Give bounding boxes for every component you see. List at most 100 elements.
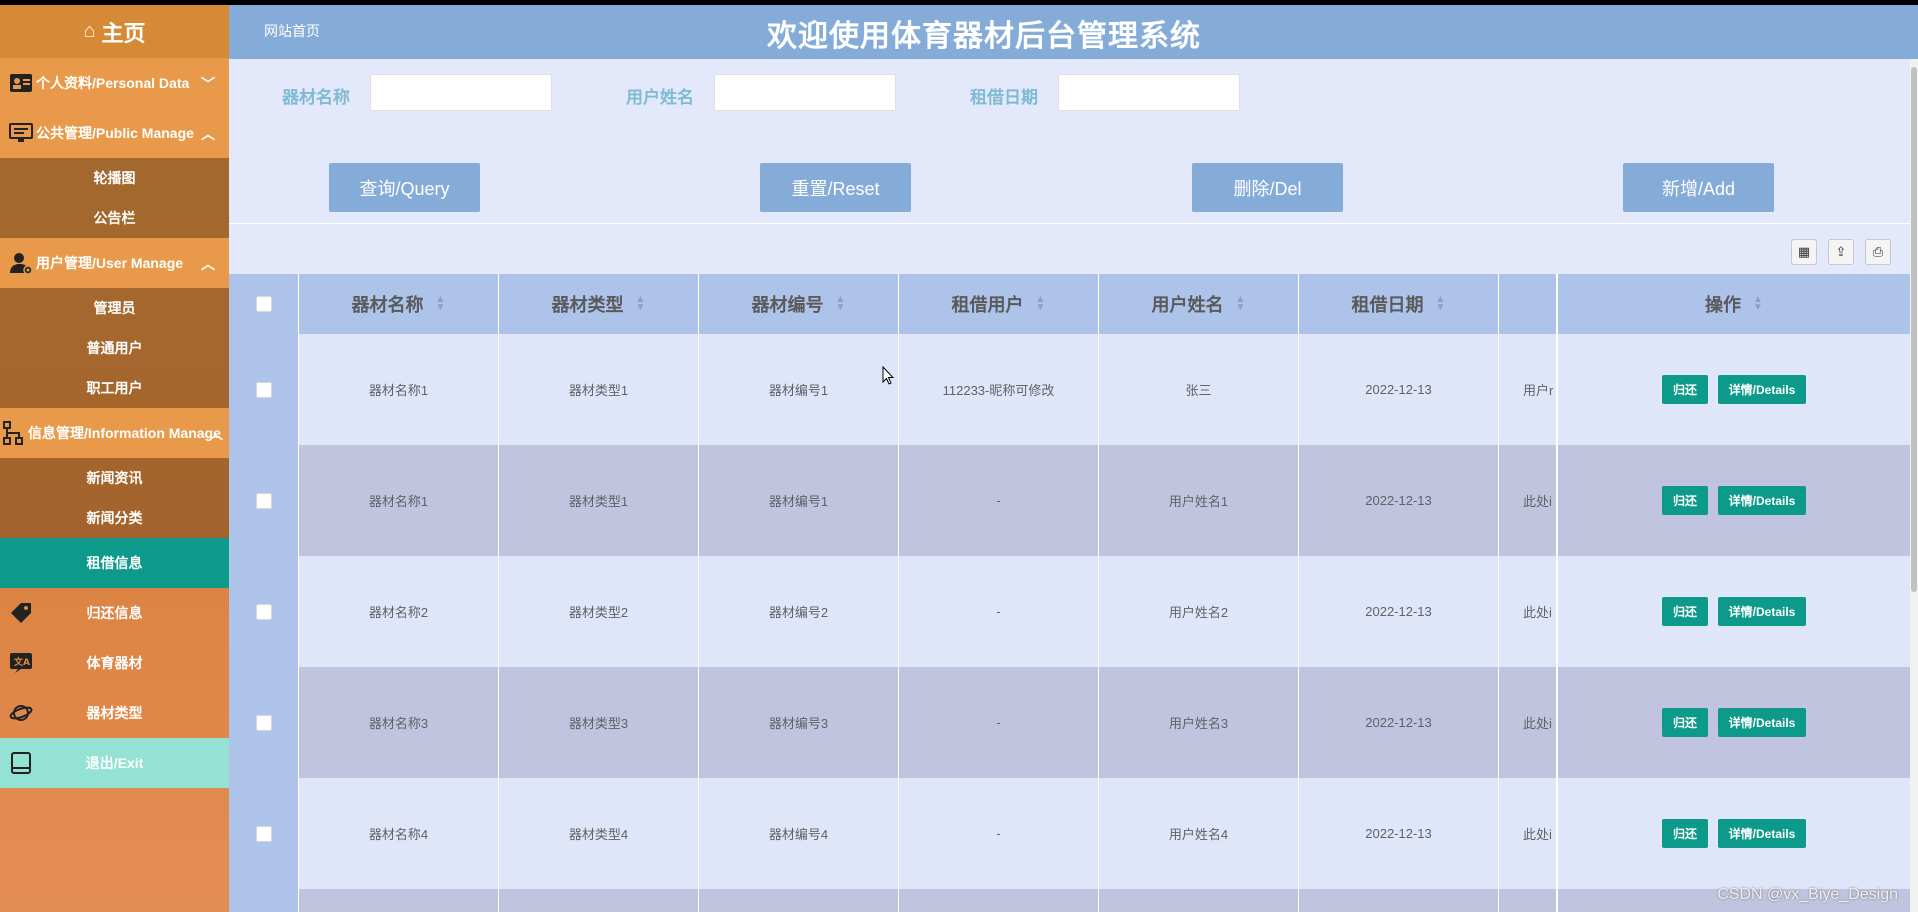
top-header: 网站首页 欢迎使用体育器材后台管理系统 (229, 5, 1918, 59)
sidebar-item-equipment-type[interactable]: 器材类型 (0, 688, 229, 738)
column-header[interactable]: 用户姓名 ▲ ▼ (1099, 274, 1299, 334)
select-all-checkbox[interactable] (255, 296, 272, 312)
delete-button[interactable]: 删除/Del (1192, 163, 1343, 212)
vertical-scrollbar[interactable] (1910, 59, 1918, 912)
sidebar-item-notice[interactable]: 公告栏 (0, 198, 229, 238)
column-header[interactable]: 租借用户 ▲ ▼ (899, 274, 1099, 334)
sort-icon: ▲ ▼ (835, 294, 846, 313)
sidebar-item-rental-info[interactable]: 租借信息 (0, 538, 229, 588)
equipment-name-input[interactable] (370, 74, 552, 111)
sort-icon: ▲ ▼ (1235, 294, 1246, 313)
query-button[interactable]: 查询/Query (329, 163, 480, 212)
return-button[interactable]: 归还 (1662, 819, 1708, 848)
return-button[interactable]: 归还 (1662, 375, 1708, 404)
user-name-label: 用户姓名 (626, 88, 694, 107)
user-gear-icon (8, 250, 34, 276)
table-cell (699, 889, 899, 912)
sidebar-item-news-category[interactable]: 新闻分类 (0, 498, 229, 538)
table-cell (1499, 889, 1557, 912)
print-icon[interactable]: ⎙ (1865, 239, 1891, 265)
table-cell: 器材编号2 (699, 556, 899, 667)
watermark: CSDN @vx_Biye_Design (1717, 886, 1898, 903)
table-row[interactable]: 器材名称4 器材类型4 器材编号4 - 用户姓名4 2022-12-13 此处i… (229, 778, 1910, 889)
return-button[interactable]: 归还 (1662, 486, 1708, 515)
columns-icon[interactable]: ▦ (1791, 239, 1817, 265)
row-checkbox[interactable] (255, 603, 272, 620)
return-button[interactable]: 归还 (1662, 597, 1708, 626)
column-header[interactable]: 操作 ▲ ▼ (1557, 274, 1910, 334)
row-checkbox[interactable] (255, 825, 272, 842)
sidebar-item-admin[interactable]: 管理员 (0, 288, 229, 328)
column-header[interactable]: 器材类型 ▲ ▼ (499, 274, 699, 334)
column-header[interactable]: 器材名称 ▲ ▼ (299, 274, 499, 334)
table-row[interactable]: 器材名称1 器材类型1 器材编号1 112233-昵称可修改 张三 2022-1… (229, 334, 1910, 445)
sidebar-item-news[interactable]: 新闻资讯 (0, 458, 229, 498)
sort-icon: ▲ ▼ (1435, 294, 1446, 313)
table-cell: - (899, 445, 1099, 556)
chevron-up-icon: ︿ (201, 256, 215, 272)
column-header-label: 器材类型 (551, 295, 624, 315)
sidebar-item-sports-equipment[interactable]: 文A 体育器材 (0, 638, 229, 688)
details-button[interactable]: 详情/Details (1718, 486, 1806, 515)
table-cell: 此处i (1499, 556, 1557, 667)
sidebar-group-info[interactable]: 信息管理/Information Manage ︿ (0, 408, 229, 458)
select-all-cell (229, 274, 299, 334)
table-cell: 器材编号3 (699, 667, 899, 778)
page-title: 欢迎使用体育器材后台管理系统 (767, 20, 1201, 53)
table-row[interactable]: 器材名称1 器材类型1 器材编号1 - 用户姓名1 2022-12-13 此处i… (229, 445, 1910, 556)
scrollbar-thumb[interactable] (1911, 67, 1917, 592)
rental-date-input[interactable] (1058, 74, 1240, 111)
table-cell: 此处i (1499, 778, 1557, 889)
actions-cell: 归还 详情/Details (1557, 334, 1910, 445)
details-button[interactable]: 详情/Details (1718, 375, 1806, 404)
sidebar-item-label: 器材类型 (86, 705, 143, 721)
table-cell: 此处i (1499, 667, 1557, 778)
sidebar-group-label: 个人资料/Personal Data (36, 75, 190, 91)
svg-text:文A: 文A (13, 656, 30, 668)
sidebar-group-user[interactable]: 用户管理/User Manage ︿ (0, 238, 229, 288)
details-button[interactable]: 详情/Details (1718, 708, 1806, 737)
row-checkbox[interactable] (255, 381, 272, 398)
sidebar-item-carousel[interactable]: 轮播图 (0, 158, 229, 198)
table-cell: 用户r (1499, 334, 1557, 445)
rental-date-label: 租借日期 (970, 88, 1038, 107)
table-cell: 器材名称1 (299, 445, 499, 556)
table-cell (899, 889, 1099, 912)
book-icon (8, 750, 34, 776)
details-button[interactable]: 详情/Details (1718, 819, 1806, 848)
sidebar-group-public[interactable]: 公共管理/Public Manage ︿ (0, 108, 229, 158)
table-row[interactable]: 器材名称3 器材类型3 器材编号3 - 用户姓名3 2022-12-13 此处i… (229, 667, 1910, 778)
table-row[interactable]: 器材名称2 器材类型2 器材编号2 - 用户姓名2 2022-12-13 此处i… (229, 556, 1910, 667)
column-header[interactable]: 租借日期 ▲ ▼ (1299, 274, 1499, 334)
sidebar-item-staff-user[interactable]: 职工用户 (0, 368, 229, 408)
user-name-input[interactable] (714, 74, 896, 111)
sidebar-item-normal-user[interactable]: 普通用户 (0, 328, 229, 368)
return-button[interactable]: 归还 (1662, 708, 1708, 737)
column-header-label: 器材名称 (351, 295, 424, 315)
table-cell: 器材类型4 (499, 778, 699, 889)
sidebar-group-label: 信息管理/Information Manage (28, 425, 221, 441)
table-cell: 2022-12-13 (1299, 334, 1499, 445)
row-checkbox[interactable] (255, 492, 272, 509)
column-header-label: 租借日期 (1351, 295, 1424, 315)
sidebar-item-return-info[interactable]: 归还信息 (0, 588, 229, 638)
table-cell: - (899, 667, 1099, 778)
details-button[interactable]: 详情/Details (1718, 597, 1806, 626)
row-checkbox[interactable] (255, 714, 272, 731)
export-icon[interactable]: ⇪ (1828, 239, 1854, 265)
row-select-cell (229, 778, 299, 889)
planet-icon (8, 700, 34, 726)
sidebar-home[interactable]: ⌂ 主页 (0, 5, 229, 58)
reset-button[interactable]: 重置/Reset (760, 163, 911, 212)
column-header[interactable]: 器材编号 ▲ ▼ (699, 274, 899, 334)
sidebar-home-label: 主页 (101, 20, 146, 46)
table-cell: 器材名称2 (299, 556, 499, 667)
add-button[interactable]: 新增/Add (1623, 163, 1774, 212)
sidebar-item-label: 体育器材 (86, 655, 143, 671)
translate-icon: 文A (8, 650, 34, 676)
sidebar-group-personal[interactable]: 个人资料/Personal Data ﹀ (0, 58, 229, 108)
table-cell: 2022-12-13 (1299, 445, 1499, 556)
search-panel: 器材名称 用户姓名 租借日期 查询/Query 重置/Reset 删除/Del … (229, 59, 1910, 224)
sidebar-item-exit[interactable]: 退出/Exit (0, 738, 229, 788)
sitemap-icon (0, 420, 26, 446)
